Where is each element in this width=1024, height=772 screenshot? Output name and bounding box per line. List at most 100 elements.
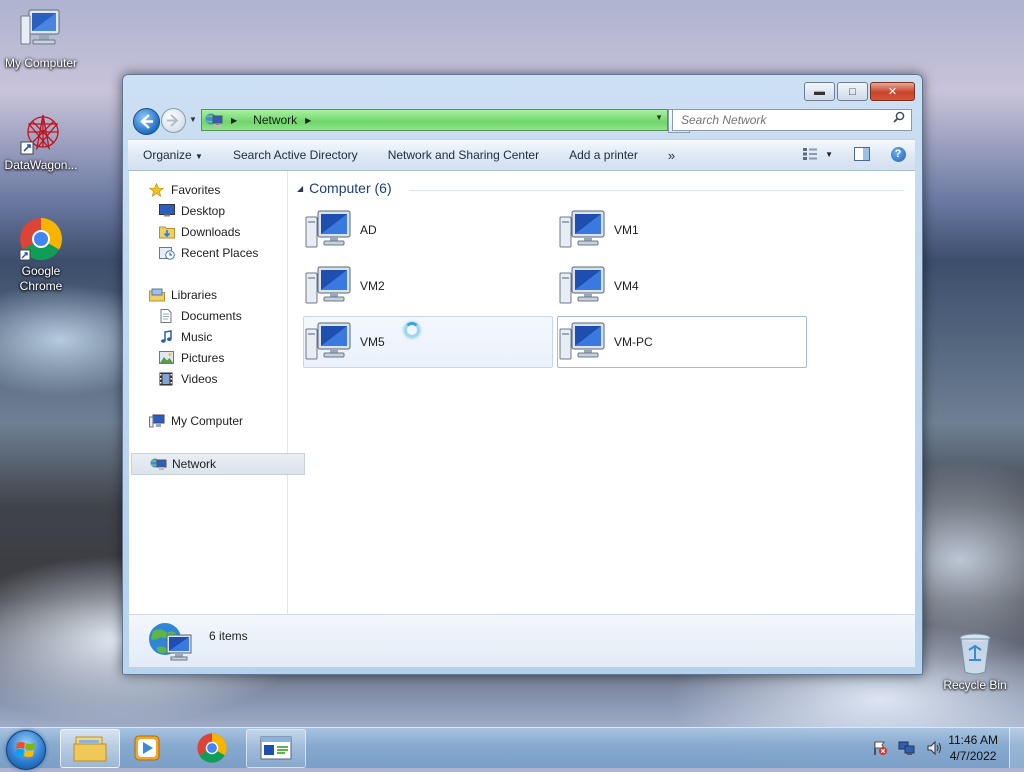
content-pane[interactable]: ◢ Computer (6) AD VM1 VM2 VM4 VM5 VM-PC [289, 171, 915, 614]
chevron-down-icon: ▼ [195, 152, 203, 161]
volume-icon[interactable] [926, 740, 944, 759]
network-computer-icon [559, 210, 605, 248]
address-bar[interactable]: ▶ Network ▶ ▼ [201, 109, 668, 131]
nav-item-label: Favorites [171, 183, 221, 197]
nav-item-favorites[interactable]: Favorites [129, 180, 307, 200]
computer-icon [149, 414, 165, 428]
more-commands-button[interactable]: » [653, 148, 690, 163]
computer-name: VM4 [614, 279, 639, 293]
explorer-body: Favorites Desktop Downloads Recent Place… [129, 171, 915, 615]
start-button[interactable] [6, 730, 46, 770]
computer-item-vm-pc[interactable]: VM-PC [557, 316, 807, 368]
taskbar-windows-explorer[interactable] [60, 729, 120, 768]
taskbar: 11:46 AM 4/7/2022 [0, 727, 1024, 770]
network-computer-icon [305, 210, 351, 248]
add-a-printer-button[interactable]: Add a printer [554, 148, 653, 162]
preview-pane-icon [854, 147, 870, 161]
breadcrumb-separator-icon[interactable]: ▶ [231, 116, 237, 125]
nav-item-label: Pictures [181, 351, 225, 365]
nav-item-label: Recent Places [181, 246, 259, 260]
network-and-sharing-center-button[interactable]: Network and Sharing Center [373, 148, 554, 162]
nav-item-my-computer[interactable]: My Computer [129, 411, 307, 431]
computer-item-ad[interactable]: AD [303, 204, 553, 256]
group-header-computer[interactable]: ◢ Computer (6) [297, 180, 392, 196]
network-computer-icon [305, 266, 351, 304]
organize-button[interactable]: Organize ▼ [128, 148, 218, 162]
desktop-icon-google-chrome[interactable]: Google Chrome [0, 216, 82, 294]
desktop-icon-datawagon[interactable]: DataWagon... [0, 112, 82, 173]
desktop-icon-my-computer[interactable]: My Computer [0, 8, 82, 71]
taskbar-media-player[interactable] [118, 729, 176, 766]
network-computer-icon [559, 322, 605, 360]
breadcrumb-network[interactable]: Network [253, 113, 297, 127]
desktop-icon-recycle-bin[interactable]: Recycle Bin [934, 630, 1016, 693]
view-controls: ▼ ? [793, 144, 909, 164]
breadcrumb-separator-icon[interactable]: ▶ [305, 116, 311, 125]
taskbar-network-window[interactable] [246, 729, 306, 768]
chevron-down-icon: ▼ [189, 115, 197, 124]
search-active-directory-button[interactable]: Search Active Directory [218, 148, 373, 162]
forward-button[interactable] [161, 108, 186, 133]
clock-date: 4/7/2022 [949, 749, 997, 763]
network-window-icon [260, 736, 292, 759]
command-bar: Organize ▼ Search Active Directory Netwo… [128, 139, 915, 171]
nav-item-label: Downloads [181, 225, 241, 239]
nav-item-label: Documents [181, 309, 242, 323]
change-view-button[interactable] [799, 144, 821, 164]
show-desktop-button[interactable] [1009, 728, 1024, 768]
close-button[interactable]: ✕ [870, 82, 915, 101]
help-button[interactable]: ? [887, 144, 909, 164]
preview-pane-button[interactable] [851, 144, 873, 164]
network-icon [205, 113, 223, 127]
search-box[interactable] [672, 109, 912, 131]
nav-item-libraries[interactable]: Libraries [129, 285, 307, 305]
network-icon [150, 457, 167, 471]
network-status-icon[interactable] [898, 740, 916, 759]
navigation-pane: Favorites Desktop Downloads Recent Place… [129, 171, 305, 614]
desktop-icon-label: Google Chrome [19, 264, 63, 293]
nav-item-label: My Computer [171, 414, 244, 428]
search-input[interactable] [679, 110, 883, 130]
nav-item-label: Libraries [171, 288, 218, 302]
computer-item-vm4[interactable]: VM4 [557, 260, 807, 312]
nav-item-network[interactable]: Network [131, 453, 305, 475]
computer-item-vm1[interactable]: VM1 [557, 204, 807, 256]
back-arrow-icon [140, 114, 153, 129]
computer-name: VM2 [360, 279, 385, 293]
group-title: Computer (6) [309, 180, 392, 196]
maximize-button[interactable]: □ [837, 82, 868, 101]
computer-item-vm2[interactable]: VM2 [303, 260, 553, 312]
recent-pages-dropdown[interactable]: ▼ [189, 115, 197, 124]
network-computer-icon [559, 266, 605, 304]
back-button[interactable] [133, 108, 160, 135]
address-history-dropdown-icon[interactable]: ▼ [655, 113, 663, 122]
videos-film-icon [159, 372, 175, 386]
explorer-window[interactable]: ▬ □ ✕ ▼ ▶ Network ▶ ▼ ✕ [122, 74, 923, 675]
notification-area [862, 740, 944, 759]
group-divider [409, 190, 904, 191]
collapse-triangle-icon[interactable]: ◢ [297, 184, 303, 193]
documents-icon [159, 309, 175, 323]
busy-cursor-icon [404, 322, 420, 338]
music-note-icon [159, 330, 175, 344]
nav-item-label: Network [172, 457, 217, 471]
chrome-icon [197, 732, 227, 763]
taskbar-google-chrome[interactable] [183, 729, 241, 766]
computer-item-vm5[interactable]: VM5 [303, 316, 553, 368]
libraries-icon [149, 288, 165, 302]
desktop-icon-label: My Computer [4, 56, 78, 70]
close-icon: ✕ [887, 86, 898, 98]
pictures-icon [159, 351, 175, 365]
recycle-bin-icon [959, 633, 991, 675]
desktop-icon-label: DataWagon... [4, 158, 78, 172]
windows-logo-icon [15, 742, 35, 757]
minimize-button[interactable]: ▬ [804, 82, 835, 101]
system-clock[interactable]: 11:46 AM 4/7/2022 [948, 732, 998, 764]
desktop-icon-label: Recycle Bin [943, 678, 1007, 692]
action-center-flag-icon[interactable] [872, 740, 888, 759]
forward-arrow-icon [167, 114, 179, 127]
media-player-icon [134, 735, 160, 760]
search-icon[interactable] [893, 111, 905, 126]
chevron-down-icon[interactable]: ▼ [825, 150, 833, 159]
desktop-folder-icon [159, 204, 175, 218]
